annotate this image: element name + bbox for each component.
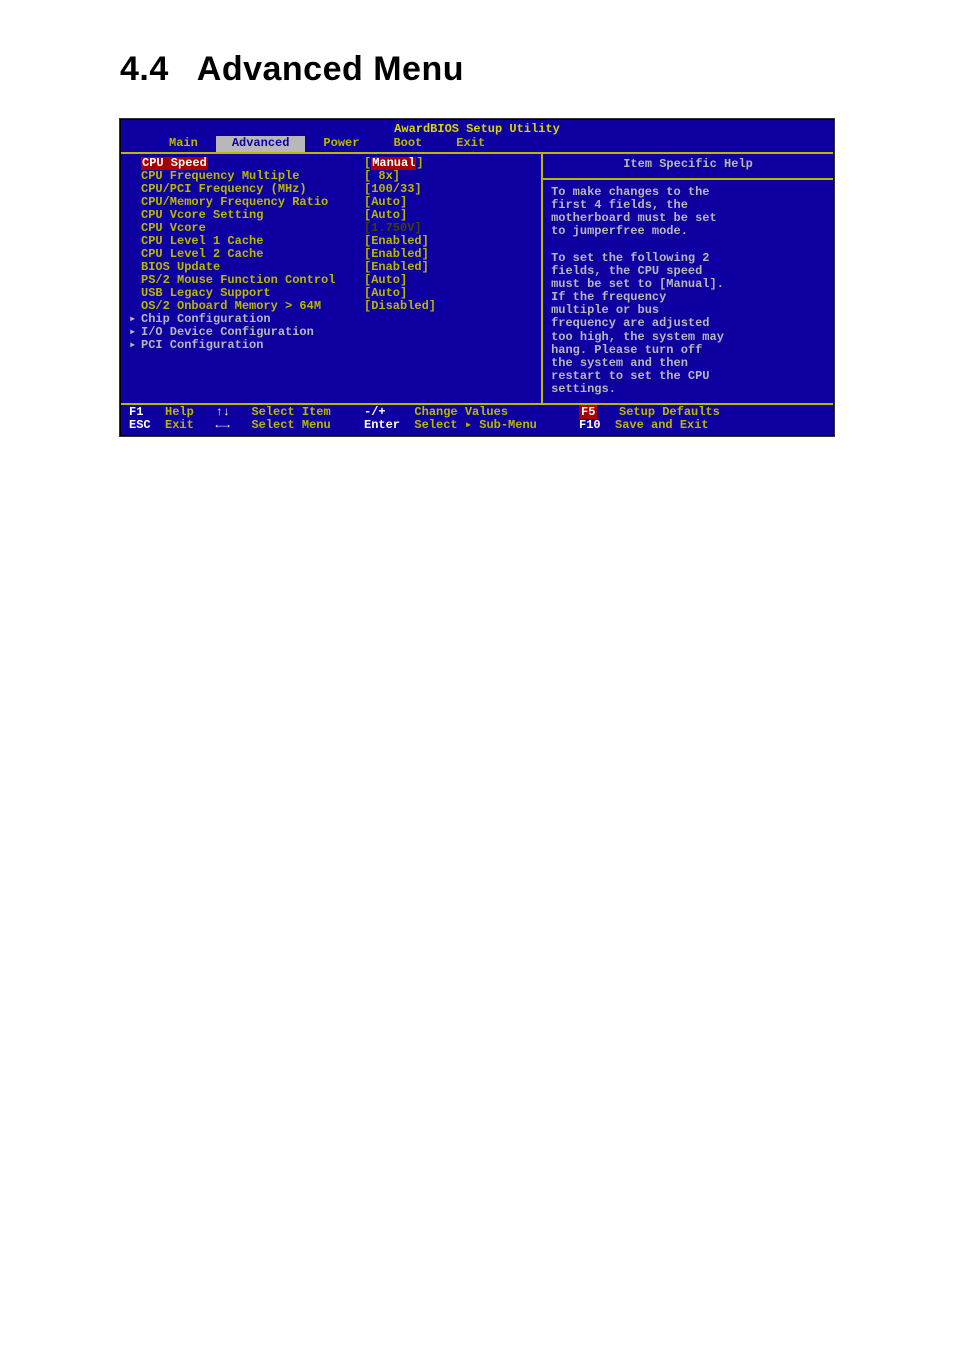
setting-value[interactable]: [100/33] <box>364 183 541 196</box>
setting-value[interactable]: [ 8x] <box>364 170 541 183</box>
setting-value <box>364 339 541 352</box>
help-title: Item Specific Help <box>543 154 833 179</box>
setting-value-text: Manual <box>371 157 416 170</box>
page-heading: 4.4 Advanced Menu <box>120 50 834 89</box>
legend-key-f1: F1 <box>129 405 143 419</box>
setting-label: CPU Vcore <box>141 222 206 235</box>
setting-label: PS/2 Mouse Function Control <box>141 274 335 287</box>
legend-row2-right: F10 Save and Exit <box>579 419 825 432</box>
tab-advanced[interactable]: Advanced <box>216 136 306 152</box>
setting-label: USB Legacy Support <box>141 287 271 300</box>
legend-key-esc: ESC <box>129 418 151 432</box>
setting-row-submenu[interactable]: ▸Chip Configuration <box>129 313 364 326</box>
legend-key-f10: F10 <box>579 418 601 432</box>
settings-pane: CPU Speed CPU Frequency Multiple CPU/PCI… <box>121 154 541 402</box>
legend-row2-mid: Enter Select ▸ Sub-Menu <box>364 419 579 432</box>
submenu-icon: ▸ <box>129 339 141 352</box>
setting-value[interactable]: [Auto] <box>364 274 541 287</box>
help-body: To make changes to the first 4 fields, t… <box>543 180 833 403</box>
setting-value[interactable]: [Manual] <box>364 157 541 170</box>
bios-tab-bar: Main Advanced Power Boot Exit <box>121 136 833 152</box>
setting-value[interactable]: [Auto] <box>364 287 541 300</box>
setting-row[interactable]: CPU/PCI Frequency (MHz) <box>129 183 364 196</box>
help-pane: Item Specific Help To make changes to th… <box>541 154 833 402</box>
setting-row[interactable]: CPU Level 1 Cache <box>129 235 364 248</box>
setting-row[interactable]: OS/2 Onboard Memory > 64M <box>129 300 364 313</box>
tab-boot[interactable]: Boot <box>377 136 438 152</box>
tab-power[interactable]: Power <box>307 136 375 152</box>
setting-label: CPU/PCI Frequency (MHz) <box>141 183 307 196</box>
setting-value[interactable]: [Enabled] <box>364 235 541 248</box>
setting-row[interactable]: CPU Vcore Setting <box>129 209 364 222</box>
setting-label: CPU Level 2 Cache <box>141 248 263 261</box>
setting-row[interactable]: BIOS Update <box>129 261 364 274</box>
setting-row[interactable]: CPU Vcore <box>129 222 364 235</box>
setting-value <box>364 313 541 326</box>
setting-row-submenu[interactable]: ▸PCI Configuration <box>129 339 364 352</box>
setting-value <box>364 326 541 339</box>
legend-key-leftright: ←→ <box>215 418 229 432</box>
bios-window: AwardBIOS Setup Utility Main Advanced Po… <box>120 119 834 436</box>
legend-key-minusplus: -/+ <box>364 405 386 419</box>
setting-row[interactable]: CPU Speed <box>129 157 364 170</box>
setting-value[interactable]: [Enabled] <box>364 248 541 261</box>
setting-label: CPU Level 1 Cache <box>141 235 263 248</box>
setting-label: CPU Frequency Multiple <box>141 170 299 183</box>
tab-main[interactable]: Main <box>153 136 214 152</box>
legend-row2-left: ESC Exit ←→ Select Menu <box>129 419 364 432</box>
settings-values: [Manual] [ 8x] [100/33] [Auto] [Auto] [1… <box>364 157 541 392</box>
setting-label: Chip Configuration <box>141 313 271 326</box>
setting-value[interactable]: [Auto] <box>364 209 541 222</box>
setting-value-disabled: [1.750V] <box>364 222 541 235</box>
setting-row[interactable]: PS/2 Mouse Function Control <box>129 274 364 287</box>
setting-label: OS/2 Onboard Memory > 64M <box>141 300 321 313</box>
submenu-icon: ▸ <box>129 313 141 326</box>
settings-labels: CPU Speed CPU Frequency Multiple CPU/PCI… <box>129 157 364 392</box>
setting-row-submenu[interactable]: ▸I/O Device Configuration <box>129 326 364 339</box>
legend-bar: F1 Help ↑↓ Select Item ESC Exit ←→ Selec… <box>121 405 833 435</box>
setting-label: I/O Device Configuration <box>141 326 314 339</box>
setting-label: PCI Configuration <box>141 339 263 352</box>
legend-key-updown: ↑↓ <box>215 405 229 419</box>
legend-key-enter: Enter <box>364 418 400 432</box>
setting-row[interactable]: CPU Level 2 Cache <box>129 248 364 261</box>
setting-label: CPU Speed <box>141 157 208 170</box>
bios-title: AwardBIOS Setup Utility <box>121 120 833 136</box>
setting-value[interactable]: [Disabled] <box>364 300 541 313</box>
setting-row[interactable]: CPU Frequency Multiple <box>129 170 364 183</box>
bios-body: CPU Speed CPU Frequency Multiple CPU/PCI… <box>121 152 833 404</box>
setting-row[interactable]: CPU/Memory Frequency Ratio <box>129 196 364 209</box>
setting-label: CPU Vcore Setting <box>141 209 263 222</box>
heading-title: Advanced Menu <box>197 50 464 88</box>
setting-value[interactable]: [Enabled] <box>364 261 541 274</box>
tab-exit[interactable]: Exit <box>440 136 501 152</box>
setting-row[interactable]: USB Legacy Support <box>129 287 364 300</box>
setting-label: CPU/Memory Frequency Ratio <box>141 196 328 209</box>
submenu-icon: ▸ <box>129 326 141 339</box>
legend-key-f5: F5 <box>579 405 597 419</box>
setting-label: BIOS Update <box>141 261 220 274</box>
setting-value[interactable]: [Auto] <box>364 196 541 209</box>
heading-number: 4.4 <box>120 50 169 88</box>
